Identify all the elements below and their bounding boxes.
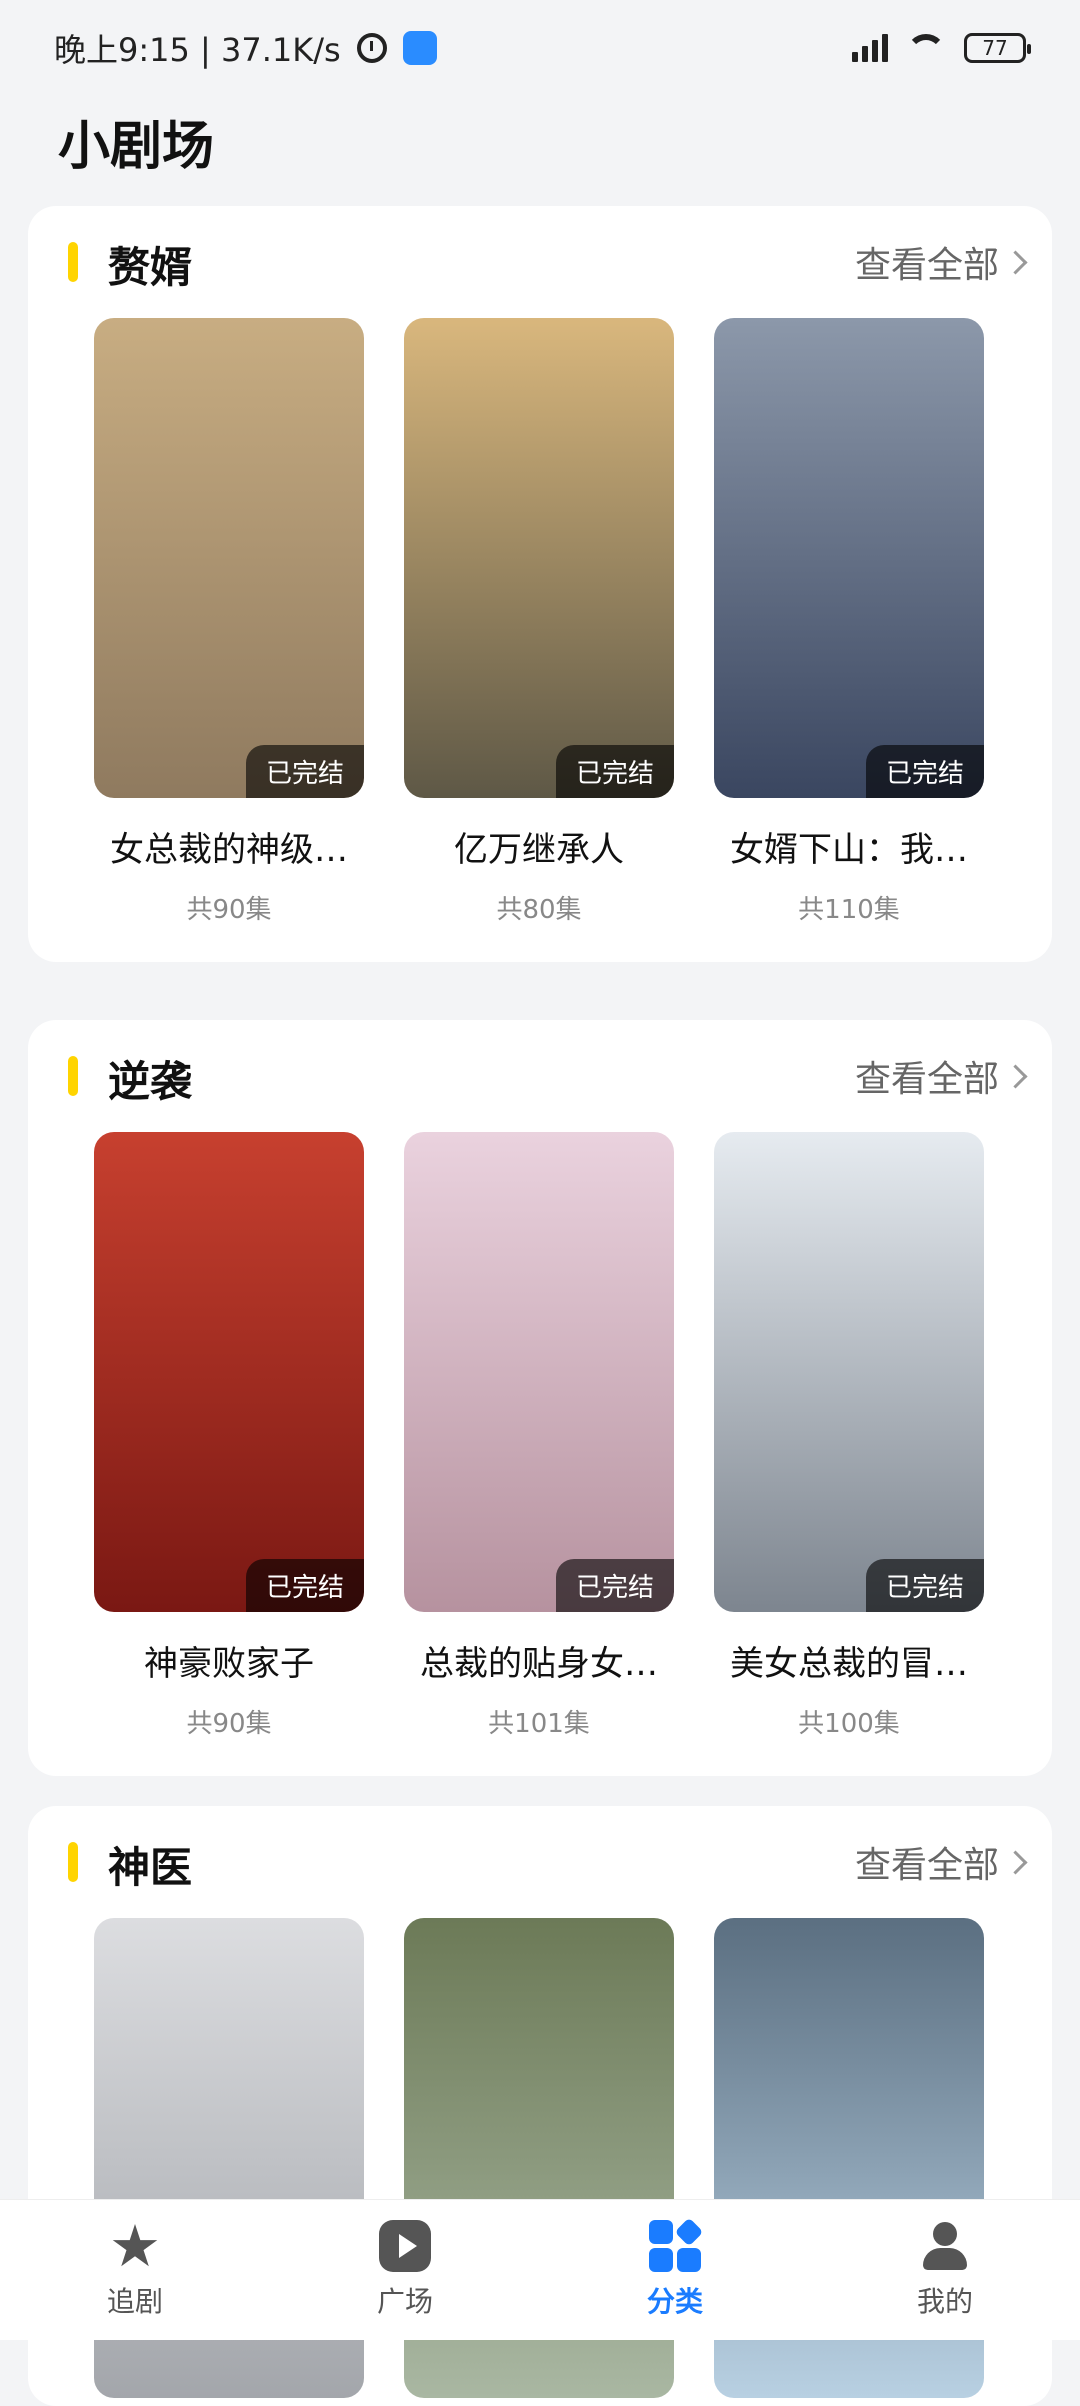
- section-accent-bar: [68, 1842, 78, 1882]
- status-badge: 已完结: [556, 745, 674, 798]
- status-right: 77: [852, 33, 1026, 63]
- grid-icon: [649, 2220, 701, 2272]
- card-episodes: 共110集: [714, 889, 984, 926]
- signal-icon: [852, 34, 888, 62]
- poster-image: [404, 1132, 674, 1612]
- status-bar: 晚上9:15 | 37.1K/s 77: [0, 0, 1080, 96]
- card-title: 女婿下山：我…: [714, 822, 984, 871]
- card-title: 神豪败家子: [94, 1636, 364, 1685]
- status-badge: 已完结: [866, 745, 984, 798]
- drama-card[interactable]: 已完结 女总裁的神级… 共90集: [94, 318, 364, 926]
- tab-guangchang[interactable]: 广场: [377, 2220, 433, 2320]
- section-title: 神医: [108, 1834, 192, 1895]
- tab-wode[interactable]: 我的: [917, 2220, 973, 2320]
- status-left: 晚上9:15 | 37.1K/s: [54, 25, 437, 71]
- section-title: 赘婿: [108, 234, 192, 295]
- tab-label: 分类: [647, 2280, 703, 2320]
- poster[interactable]: 已完结: [714, 318, 984, 798]
- card-episodes: 共101集: [404, 1703, 674, 1740]
- battery-level: 77: [982, 36, 1007, 60]
- card-title: 亿万继承人: [404, 822, 674, 871]
- tab-zhuiju[interactable]: 追剧: [107, 2220, 163, 2320]
- tab-label: 追剧: [107, 2280, 163, 2320]
- app-notification-icon: [403, 31, 437, 65]
- poster-image: [714, 318, 984, 798]
- section-header: 神医 查看全部: [28, 1806, 1052, 1926]
- section-title: 逆袭: [108, 1048, 192, 1109]
- tab-label: 广场: [377, 2280, 433, 2320]
- status-badge: 已完结: [246, 745, 364, 798]
- card-title: 总裁的贴身女…: [404, 1636, 674, 1685]
- view-all-label: 查看全部: [855, 1836, 999, 1888]
- battery-icon: 77: [964, 33, 1026, 63]
- alarm-icon: [357, 33, 387, 63]
- poster[interactable]: 已完结: [404, 318, 674, 798]
- poster[interactable]: 已完结: [404, 1132, 674, 1612]
- card-episodes: 共100集: [714, 1703, 984, 1740]
- play-icon: [379, 2220, 431, 2272]
- bottom-tab-bar: 追剧 广场 分类 我的: [0, 2199, 1080, 2340]
- section-accent-bar: [68, 242, 78, 282]
- drama-card[interactable]: 已完结 美女总裁的冒… 共100集: [714, 1132, 984, 1740]
- poster[interactable]: 已完结: [714, 1132, 984, 1612]
- drama-card[interactable]: 已完结 女婿下山：我… 共110集: [714, 318, 984, 926]
- view-all-link[interactable]: 查看全部: [855, 1836, 1024, 1888]
- section-nixi: 逆袭 查看全部 已完结 神豪败家子 共90集 已完结 总裁的贴身女… 共101集: [28, 1020, 1052, 1776]
- drama-card[interactable]: 已完结 总裁的贴身女… 共101集: [404, 1132, 674, 1740]
- user-icon: [919, 2220, 971, 2272]
- tab-label: 我的: [917, 2280, 973, 2320]
- card-episodes: 共90集: [94, 889, 364, 926]
- status-badge: 已完结: [246, 1559, 364, 1612]
- wifi-icon: [906, 34, 946, 62]
- view-all-label: 查看全部: [855, 1050, 999, 1102]
- view-all-link[interactable]: 查看全部: [855, 236, 1024, 288]
- poster-image: [714, 1132, 984, 1612]
- drama-card[interactable]: 已完结 亿万继承人 共80集: [404, 318, 674, 926]
- poster-image: [94, 1132, 364, 1612]
- page-title: 小剧场: [58, 104, 214, 179]
- star-icon: [109, 2220, 161, 2272]
- poster[interactable]: 已完结: [94, 1132, 364, 1612]
- card-title: 女总裁的神级…: [94, 822, 364, 871]
- card-episodes: 共90集: [94, 1703, 364, 1740]
- poster-image: [94, 318, 364, 798]
- poster[interactable]: 已完结: [94, 318, 364, 798]
- section-header: 赘婿 查看全部: [28, 206, 1052, 326]
- tab-fenlei[interactable]: 分类: [647, 2220, 703, 2320]
- view-all-link[interactable]: 查看全部: [855, 1050, 1024, 1102]
- view-all-label: 查看全部: [855, 236, 999, 288]
- status-time-speed: 晚上9:15 | 37.1K/s: [54, 25, 341, 71]
- status-badge: 已完结: [866, 1559, 984, 1612]
- poster-image: [404, 318, 674, 798]
- card-title: 美女总裁的冒…: [714, 1636, 984, 1685]
- status-badge: 已完结: [556, 1559, 674, 1612]
- card-episodes: 共80集: [404, 889, 674, 926]
- chevron-right-icon: [1003, 1850, 1027, 1874]
- section-accent-bar: [68, 1056, 78, 1096]
- chevron-right-icon: [1003, 250, 1027, 274]
- section-header: 逆袭 查看全部: [28, 1020, 1052, 1140]
- section-zhuixu: 赘婿 查看全部 已完结 女总裁的神级… 共90集 已完结 亿万继承人 共80集: [28, 206, 1052, 962]
- chevron-right-icon: [1003, 1064, 1027, 1088]
- drama-card[interactable]: 已完结 神豪败家子 共90集: [94, 1132, 364, 1740]
